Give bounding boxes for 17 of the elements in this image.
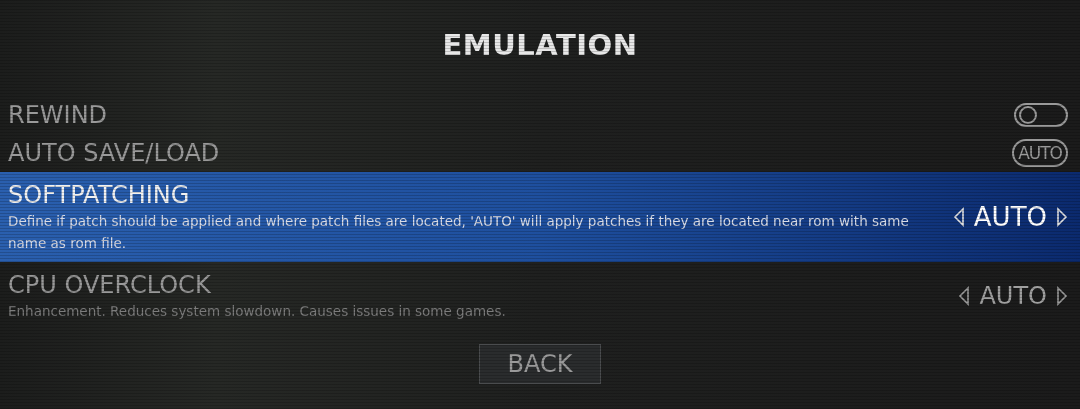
- setting-label: CPU OVERCLOCK: [8, 270, 212, 300]
- setting-row[interactable]: CPU OVERCLOCK Enhancement. Reduces system slowdown. Causes issues in some games. AUTO: [0, 266, 1080, 326]
- setting-row[interactable]: AUTO SAVE/LOAD AUTO: [0, 134, 1080, 172]
- back-button[interactable]: BACK: [479, 344, 601, 384]
- setting-row[interactable]: REWIND: [0, 96, 1080, 134]
- setting-label: SOFTPATCHING: [8, 180, 191, 210]
- right-arrow-icon[interactable]: [1057, 286, 1068, 306]
- auto-badge[interactable]: AUTO: [1012, 139, 1068, 167]
- setting-description: Define if patch should be applied and where patch files are located, 'AUTO' will apply patches if they are located near rom with same name as rom file.: [8, 212, 910, 253]
- toggle-switch[interactable]: [1014, 103, 1068, 127]
- option-value: AUTO: [973, 202, 1047, 232]
- setting-description: Enhancement. Reduces system slowdown. Causes issues in some games.: [8, 302, 506, 321]
- option-value: AUTO: [979, 282, 1047, 310]
- left-arrow-icon[interactable]: [958, 286, 970, 306]
- setting-label: AUTO SAVE/LOAD: [8, 138, 220, 168]
- setting-label: REWIND: [8, 100, 108, 130]
- menu-title: EMULATION: [442, 28, 638, 64]
